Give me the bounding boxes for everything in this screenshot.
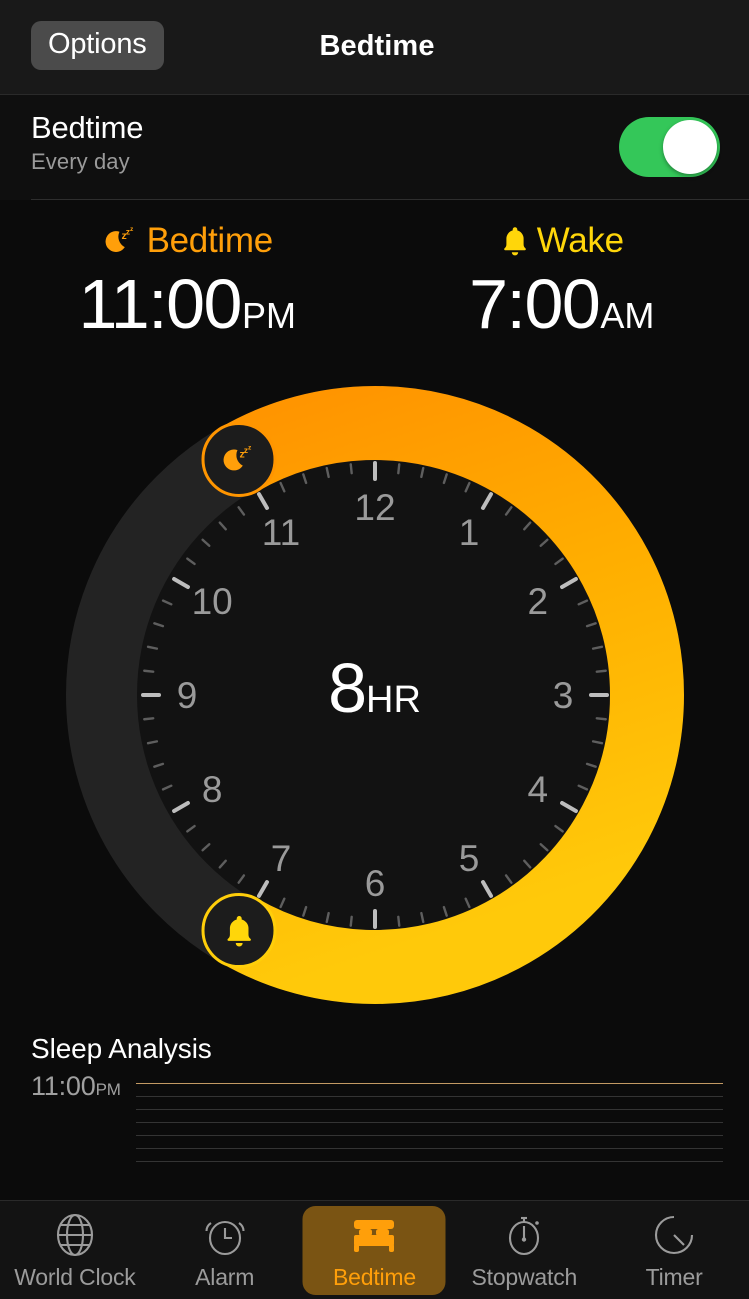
bedtime-toggle-switch[interactable]: [619, 117, 720, 177]
sleep-gridline: [136, 1096, 723, 1097]
wake-time-column[interactable]: Wake 7:00AM: [375, 200, 749, 375]
sleep-gridline: [136, 1161, 723, 1162]
navigation-bar: Options Bedtime: [0, 0, 749, 95]
svg-text:z: z: [239, 450, 244, 461]
sleep-gridline: [136, 1135, 723, 1136]
wake-handle[interactable]: [201, 893, 276, 969]
time-summary: z z z Bedtime 11:00PM Wake 7:00AM: [0, 200, 749, 375]
sleep-analysis-chart[interactable]: 11:00PM: [0, 1071, 749, 1165]
sleep-dial-svg[interactable]: 121234567891011 z z z: [55, 375, 695, 1015]
sleep-analysis-gridlines: [136, 1083, 723, 1174]
tab-label: Stopwatch: [471, 1263, 578, 1290]
svg-text:7: 7: [270, 838, 291, 879]
wake-time-digits: 7:00: [469, 265, 601, 343]
wake-time-value: 7:00AM: [375, 264, 749, 356]
bedtime-row-title: Bedtime: [31, 110, 144, 145]
tab-label: Bedtime: [333, 1263, 416, 1290]
page-title: Bedtime: [319, 30, 435, 62]
svg-text:6: 6: [364, 863, 385, 904]
alarm-clock-icon: [201, 1210, 249, 1260]
bedtime-ampm: PM: [241, 295, 296, 336]
bedtime-handle[interactable]: z z z: [201, 421, 276, 497]
timer-icon: [650, 1210, 698, 1260]
sleep-analysis-title: Sleep Analysis: [31, 1033, 212, 1064]
tab-label: Alarm: [195, 1263, 255, 1290]
tab-stopwatch[interactable]: Stopwatch: [449, 1201, 599, 1299]
sleep-axis-time: 11:00: [31, 1071, 96, 1101]
svg-text:5: 5: [458, 838, 479, 879]
sleep-gridline: [136, 1148, 723, 1149]
sleep-gridline: [136, 1122, 723, 1123]
bedtime-heading: z z z Bedtime: [0, 220, 375, 262]
bedtime-row-subtitle: Every day: [31, 149, 130, 174]
bedtime-row-text: Bedtime Every day: [31, 110, 144, 176]
tab-bar: World Clock Alarm Bedtime Stopwatch Timer: [0, 1200, 749, 1299]
globe-icon: [51, 1210, 99, 1260]
bedtime-label: Bedtime: [146, 221, 274, 260]
svg-text:2: 2: [527, 581, 548, 622]
stopwatch-icon: [500, 1210, 548, 1260]
svg-text:9: 9: [176, 675, 197, 716]
bedtime-time-value: 11:00PM: [0, 264, 375, 356]
svg-text:10: 10: [191, 581, 232, 622]
sleep-axis-label: 11:00PM: [31, 1071, 121, 1102]
wake-heading: Wake: [375, 220, 749, 262]
bedtime-time-digits: 11:00: [78, 265, 243, 343]
bell-icon: [500, 224, 530, 258]
bed-icon: [350, 1210, 398, 1260]
sleep-axis-ampm: PM: [95, 1080, 121, 1099]
svg-text:12: 12: [354, 487, 395, 528]
svg-text:3: 3: [552, 675, 573, 716]
tab-label: Timer: [645, 1263, 703, 1290]
tab-alarm[interactable]: Alarm: [150, 1201, 300, 1299]
tab-label: World Clock: [14, 1263, 136, 1290]
wake-ampm: AM: [600, 295, 655, 336]
svg-text:z: z: [130, 226, 134, 233]
bedtime-time-column[interactable]: z z z Bedtime 11:00PM: [0, 200, 375, 375]
svg-text:z: z: [121, 231, 126, 242]
bedtime-screen: Options Bedtime Bedtime Every day z z z: [0, 0, 749, 1299]
sleep-dial-container: 12 1 2 3 4 5 6 7 8 9 10 11 z z z 8HR: [0, 375, 749, 1015]
bedtime-schedule-row[interactable]: Bedtime Every day: [0, 95, 749, 200]
svg-text:4: 4: [527, 769, 548, 810]
tab-timer[interactable]: Timer: [599, 1201, 749, 1299]
wake-label: Wake: [536, 221, 624, 260]
tab-bedtime[interactable]: Bedtime: [300, 1201, 450, 1299]
toggle-knob: [663, 120, 717, 174]
sleep-dial[interactable]: 12 1 2 3 4 5 6 7 8 9 10 11 z z z 8HR: [55, 375, 695, 1015]
svg-text:1: 1: [458, 512, 479, 553]
svg-text:8: 8: [201, 769, 222, 810]
tab-world-clock[interactable]: World Clock: [0, 1201, 150, 1299]
moon-zzz-icon: z z z: [102, 222, 140, 260]
svg-text:11: 11: [261, 512, 299, 553]
sleep-gridline: [136, 1083, 723, 1084]
sleep-gridline: [136, 1109, 723, 1110]
